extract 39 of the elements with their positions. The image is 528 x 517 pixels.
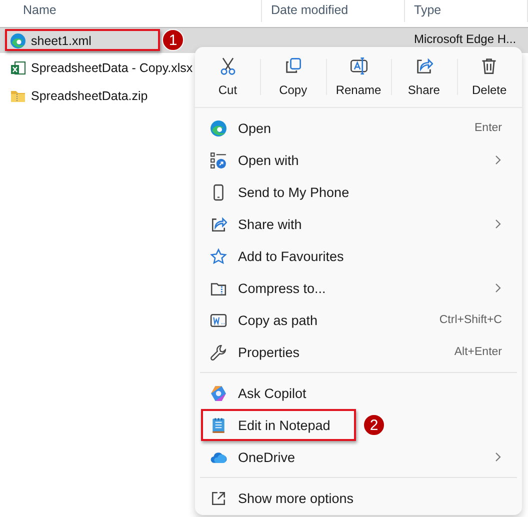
trash-icon [480, 57, 498, 75]
menu-item[interactable]: Add to Favourites [199, 240, 518, 272]
menu-item[interactable]: Copy as path Ctrl+Shift+C [199, 304, 518, 336]
share-icon [210, 216, 227, 232]
menu-item[interactable]: Send to My Phone [199, 176, 518, 208]
shortcut-text: Enter [474, 122, 502, 134]
star-icon [210, 248, 227, 264]
menu-item[interactable]: Edit in Notepad 2 [199, 409, 518, 441]
file-type: Microsoft Edge H... [413, 31, 518, 46]
notepad-icon [210, 416, 227, 434]
menu-item[interactable]: Properties Alt+Enter [199, 336, 518, 368]
shortcut-text: Ctrl+Shift+C [439, 314, 502, 326]
column-header[interactable]: Name [0, 0, 262, 22]
column-header[interactable]: Date modified [262, 0, 405, 22]
menu-item[interactable]: Open with [199, 144, 518, 176]
menu-item[interactable]: Open Enter [199, 112, 518, 144]
spreadsheet-icon [10, 60, 26, 76]
shortcut-text: Alt+Enter [454, 346, 502, 358]
share-icon [414, 57, 433, 75]
menu-item[interactable]: OneDrive [199, 441, 518, 473]
open-in-new-icon [210, 490, 227, 506]
open-with-icon [210, 152, 227, 168]
menu-item[interactable]: Show more options [199, 482, 518, 514]
step-badge: 2 [363, 414, 385, 436]
scissors-icon [218, 57, 237, 75]
menu-item[interactable]: Share with [199, 208, 518, 240]
wrench-icon [210, 344, 227, 360]
menu-item[interactable]: Compress to... [199, 272, 518, 304]
rename-icon [350, 57, 368, 75]
menu-item[interactable]: Ask Copilot [199, 377, 518, 409]
file-name: sheet1.xml [31, 34, 92, 48]
edge-icon [10, 32, 26, 48]
step-badge: 1 [162, 29, 184, 51]
edge-icon [210, 120, 227, 136]
copy-icon [284, 57, 302, 75]
file-name: SpreadsheetData.zip [31, 89, 148, 103]
file-name: SpreadsheetData - Copy.xlsx [31, 61, 193, 75]
zip-folder-icon [10, 88, 26, 104]
column-header[interactable]: Type [405, 0, 528, 22]
